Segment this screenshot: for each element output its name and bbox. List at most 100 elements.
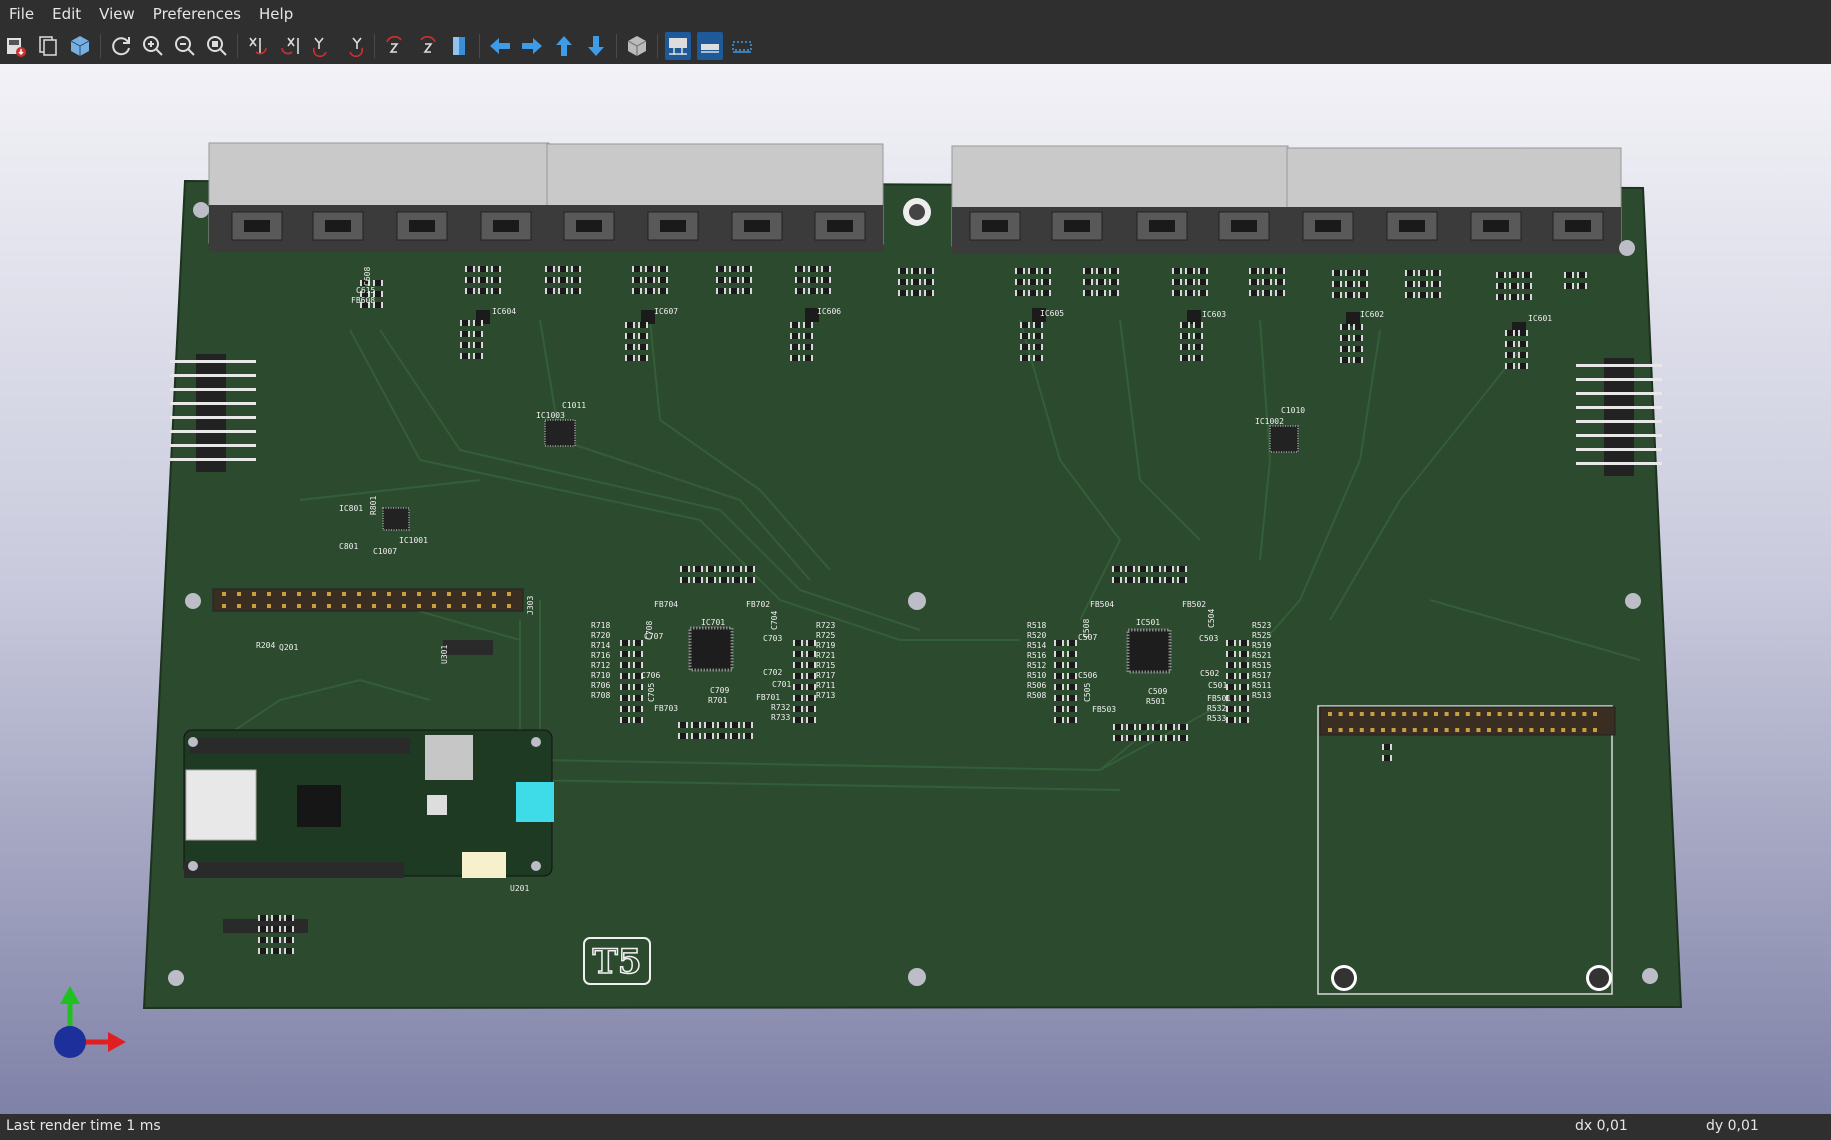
smd-resistor-body — [573, 277, 579, 283]
menu-file[interactable]: File — [0, 0, 43, 28]
module-pin — [1571, 712, 1576, 716]
smd-resistor-body — [1524, 283, 1530, 289]
smd-resistor-body — [1384, 744, 1390, 750]
smd-resistor-body — [808, 706, 814, 712]
label-r532: R532 — [1207, 704, 1226, 713]
move-left-icon[interactable] — [487, 32, 513, 60]
render-icon[interactable] — [67, 32, 93, 60]
rj45-port-opening — [493, 220, 519, 232]
rotate-x-ccw-icon[interactable] — [277, 32, 303, 60]
reload-icon[interactable] — [108, 32, 134, 60]
smd-resistor-body — [1433, 281, 1439, 287]
smd-resistor-body — [1342, 335, 1348, 341]
smd-resistor-body — [1085, 290, 1091, 296]
smd-resistor-body — [1360, 270, 1366, 276]
smd-resistor-body — [747, 566, 753, 572]
smd-resistor-body — [635, 706, 641, 712]
smd-resistor-body — [1022, 344, 1028, 350]
resistor-label: R723 — [816, 621, 835, 630]
flip-board-icon[interactable] — [446, 32, 472, 60]
smd-resistor-body — [1111, 290, 1117, 296]
rotate-y-cw-icon[interactable] — [309, 32, 335, 60]
module-pin — [1540, 728, 1544, 732]
move-down-icon[interactable] — [583, 32, 609, 60]
smd-resistor-body — [660, 288, 666, 294]
header-pin — [1576, 420, 1662, 423]
zoom-out-icon[interactable] — [172, 32, 198, 60]
smd-resistor-body — [1524, 272, 1530, 278]
label-c615: C615 — [356, 286, 375, 295]
move-right-icon[interactable] — [519, 32, 545, 60]
smd-resistor-body — [795, 662, 801, 668]
smd-resistor-body — [1200, 268, 1206, 274]
smd-resistor-body — [1407, 270, 1413, 276]
smd-resistor-body — [1127, 577, 1133, 583]
smd-resistor-body — [718, 266, 724, 272]
rotate-y-ccw-icon[interactable] — [341, 32, 367, 60]
show-tht-icon[interactable] — [665, 32, 691, 60]
resistor-label: R523 — [1252, 621, 1271, 630]
smd-resistor-body — [635, 684, 641, 690]
smd-resistor-body — [560, 277, 566, 283]
module-pin — [1465, 728, 1470, 732]
label-j303: J303 — [526, 596, 535, 615]
show-virtual-icon[interactable] — [729, 32, 755, 60]
smd-resistor-body — [1498, 272, 1504, 278]
header-pin — [1576, 392, 1662, 395]
smd-resistor-body — [1043, 279, 1049, 285]
menu-help[interactable]: Help — [250, 0, 302, 28]
menu-view[interactable]: View — [90, 0, 144, 28]
rotate-z-ccw-icon[interactable] — [414, 32, 440, 60]
module-pin — [1529, 712, 1534, 716]
smd-resistor-body — [660, 266, 666, 272]
3d-viewport[interactable]: T5 IC1003 C1011 IC1002 C1010 IC801 IC100… — [0, 64, 1831, 1114]
smd-resistor-body — [260, 926, 266, 932]
module-pin — [1582, 712, 1587, 716]
resistor-label: R517 — [1252, 671, 1271, 680]
label-fb703: FB703 — [654, 704, 678, 713]
module-pin — [1444, 712, 1449, 716]
ortho-icon[interactable] — [624, 32, 650, 60]
menu-bar: File Edit View Preferences Help — [0, 0, 1831, 28]
rotate-z-cw-icon[interactable] — [382, 32, 408, 60]
smd-resistor-body — [1056, 695, 1062, 701]
j303-pin — [507, 604, 511, 608]
module-pin — [1529, 728, 1534, 732]
move-up-icon[interactable] — [551, 32, 577, 60]
smd-resistor-body — [1228, 651, 1234, 657]
j303-pin — [222, 604, 226, 608]
zoom-fit-icon[interactable] — [204, 32, 230, 60]
smd-resistor-body — [792, 355, 798, 361]
menu-edit[interactable]: Edit — [43, 0, 90, 28]
smd-resistor-body — [1347, 270, 1353, 276]
smd-resistor-body — [1069, 706, 1075, 712]
resistor-label: R708 — [591, 691, 610, 700]
smd-resistor-body — [1069, 717, 1075, 723]
resistor-label: R514 — [1027, 641, 1046, 650]
smd-resistor-body — [1579, 272, 1585, 278]
smd-resistor-body — [1334, 292, 1340, 298]
smd-resistor-body — [731, 288, 737, 294]
copy-icon[interactable] — [35, 32, 61, 60]
smd-resistor-body — [1141, 735, 1147, 741]
kicad-3d-viewer-window: File Edit View Preferences Help T5 IC100… — [0, 0, 1831, 1140]
module-pin — [1518, 712, 1523, 716]
zoom-in-icon[interactable] — [140, 32, 166, 60]
rotate-x-cw-icon[interactable] — [245, 32, 271, 60]
save-image-icon[interactable] — [3, 32, 29, 60]
resistor-label: R520 — [1027, 631, 1046, 640]
smd-resistor-body — [747, 577, 753, 583]
show-smd-icon[interactable] — [697, 32, 723, 60]
smd-resistor-body — [718, 288, 724, 294]
smd-resistor-body — [1022, 355, 1028, 361]
smd-resistor-body — [1498, 294, 1504, 300]
label-c506: C506 — [1078, 671, 1097, 680]
menu-preferences[interactable]: Preferences — [144, 0, 250, 28]
module-pin — [1476, 728, 1481, 732]
smd-resistor-body — [1520, 341, 1526, 347]
smd-resistor-body — [823, 277, 829, 283]
smd-resistor-body — [660, 277, 666, 283]
rj45-port-opening — [1149, 220, 1175, 232]
smd-resistor-body — [1498, 283, 1504, 289]
label-c509: C509 — [1148, 687, 1167, 696]
